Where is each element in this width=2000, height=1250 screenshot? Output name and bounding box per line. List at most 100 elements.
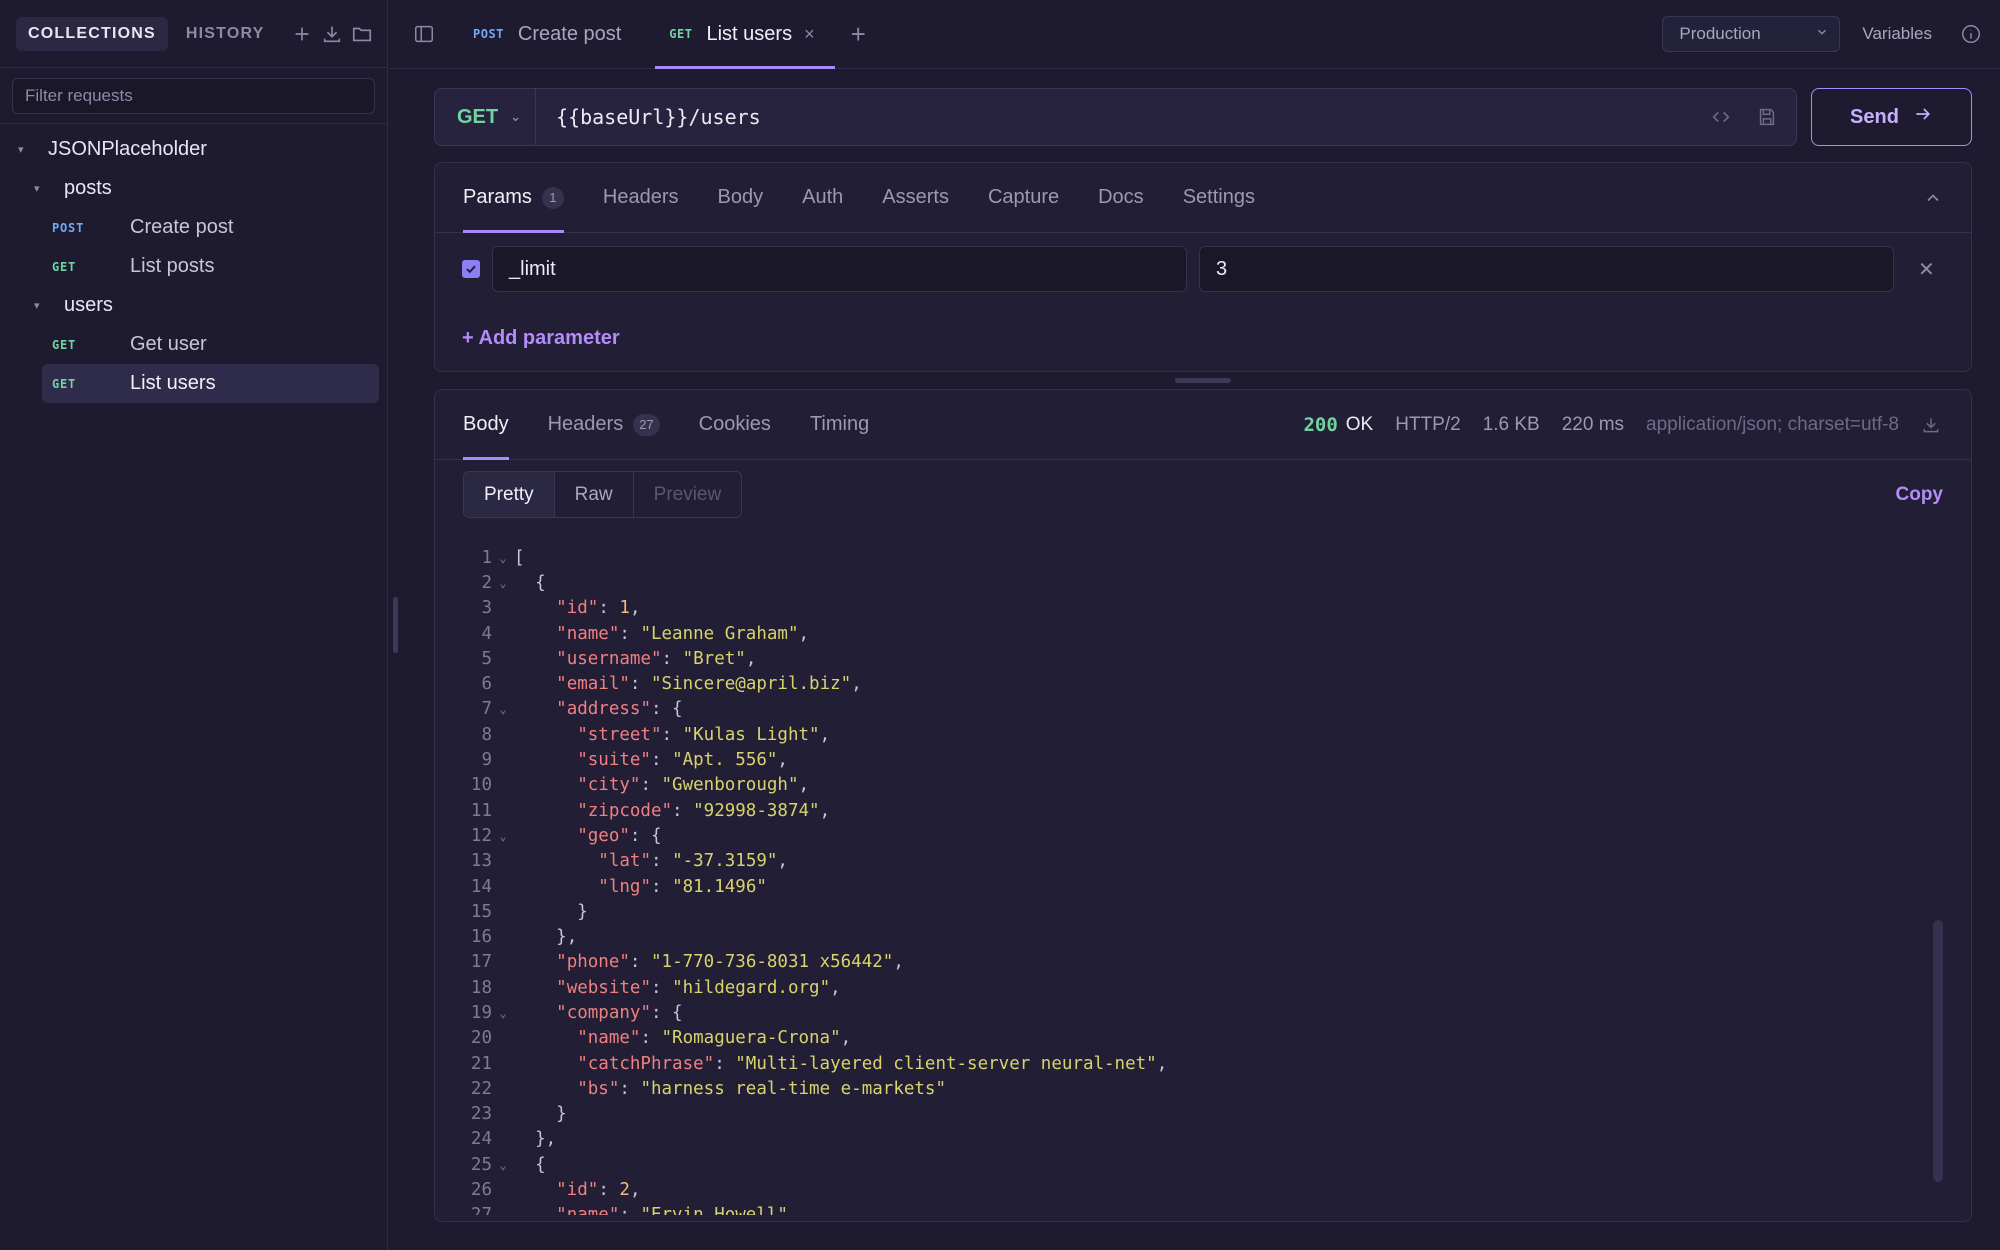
tab-capture[interactable]: Capture <box>988 163 1059 232</box>
request-get-user[interactable]: GET Get user <box>42 325 379 364</box>
folder-icon[interactable] <box>351 16 373 52</box>
view-preview[interactable]: Preview <box>634 472 742 517</box>
code-token: "name" <box>556 1205 619 1215</box>
environment-select[interactable]: Production <box>1662 16 1841 52</box>
code-token: : <box>640 775 662 796</box>
add-parameter-button[interactable]: + Add parameter <box>435 305 1971 371</box>
tab-cookies[interactable]: Cookies <box>699 390 771 459</box>
line-number: 22 <box>470 1078 492 1099</box>
request-list-users[interactable]: GET List users <box>42 364 379 403</box>
tab-create-post[interactable]: POST Create post <box>459 0 641 68</box>
tab-history[interactable]: HISTORY <box>174 17 277 51</box>
response-body-code[interactable]: 1 ⌄[2 ⌄ {3 "id": 1,4 "name": "Leanne Graha… <box>463 545 1923 1215</box>
code-token: 1 <box>619 598 630 619</box>
tab-response-body[interactable]: Body <box>463 390 509 460</box>
code-line: 10 "city": "Gwenborough", <box>463 773 1923 798</box>
filter-requests-input[interactable] <box>12 78 375 114</box>
collection-name: JSONPlaceholder <box>48 138 207 160</box>
code-token: "company" <box>556 1002 651 1023</box>
close-icon[interactable]: × <box>804 24 815 45</box>
folder-users[interactable]: ▾ users <box>0 286 387 325</box>
tab-headers[interactable]: Headers <box>603 163 679 232</box>
param-key-input[interactable]: _limit <box>492 246 1187 292</box>
code-token: : <box>629 674 651 695</box>
info-icon[interactable] <box>1960 23 1982 45</box>
panel-resize-handle[interactable] <box>1175 378 1231 383</box>
code-line: 27 "name": "Ervin Howell", <box>463 1203 1923 1215</box>
code-token: : <box>650 876 673 897</box>
chevron-down-icon <box>1815 24 1829 44</box>
folder-posts[interactable]: ▾ posts <box>0 169 387 208</box>
tab-label: Create post <box>517 22 622 45</box>
copy-button[interactable]: Copy <box>1896 484 1944 506</box>
url-input[interactable] <box>536 105 1686 129</box>
tab-body[interactable]: Body <box>718 163 764 232</box>
code-token: : <box>598 1180 620 1201</box>
view-pretty[interactable]: Pretty <box>464 472 555 517</box>
tab-asserts[interactable]: Asserts <box>882 163 949 232</box>
request-config-panel: Params 1 Headers Body Auth Asserts Captu… <box>434 162 1972 372</box>
code-token: , <box>819 724 831 745</box>
folder-name: users <box>64 294 113 316</box>
code-token: : <box>672 800 694 821</box>
fold-chevron-icon[interactable]: ⌄ <box>492 1006 514 1020</box>
code-line: 24 }, <box>463 1127 1923 1152</box>
download-icon[interactable] <box>1921 415 1941 435</box>
param-value-input[interactable]: 3 <box>1199 246 1894 292</box>
top-right-controls: Production Variables <box>1662 0 2000 68</box>
code-token: "-37.3159" <box>672 851 778 872</box>
request-list-posts[interactable]: GET List posts <box>42 247 379 286</box>
save-icon[interactable] <box>1756 106 1778 128</box>
code-line: 7 ⌄ "address": { <box>463 697 1923 722</box>
code-token: , <box>629 1180 641 1201</box>
headers-count-badge: 27 <box>633 413 660 436</box>
line-number: 15 <box>470 901 492 922</box>
remove-param-icon[interactable]: ✕ <box>1918 257 1935 282</box>
tab-settings[interactable]: Settings <box>1183 163 1255 232</box>
tab-response-headers[interactable]: Headers 27 <box>548 390 660 459</box>
request-name: List users <box>130 372 216 394</box>
request-create-post[interactable]: POST Create post <box>42 208 379 247</box>
code-token: : <box>650 750 673 771</box>
chevron-up-icon[interactable] <box>1923 163 1943 233</box>
sidebar-resize-handle[interactable] <box>393 597 398 653</box>
tab-label: Params <box>463 186 532 208</box>
param-enabled-checkbox[interactable] <box>462 260 480 278</box>
fold-chevron-icon[interactable]: ⌄ <box>492 551 514 565</box>
code-token: "website" <box>556 977 651 998</box>
add-tab-button[interactable]: + <box>835 0 882 68</box>
tab-auth[interactable]: Auth <box>802 163 843 232</box>
caret-down-icon: ▾ <box>34 300 40 312</box>
code-icon[interactable] <box>1710 106 1732 128</box>
sidebar-toggle-icon[interactable] <box>389 0 459 68</box>
code-token: "id" <box>556 598 599 619</box>
variables-button[interactable]: Variables <box>1862 24 1932 44</box>
tab-params[interactable]: Params 1 <box>463 163 564 233</box>
code-line: 14 "lng": "81.1496" <box>463 874 1923 899</box>
line-number: 13 <box>470 851 492 872</box>
tab-list-users[interactable]: GET List users × <box>655 0 835 69</box>
tab-docs[interactable]: Docs <box>1098 163 1144 232</box>
fold-chevron-icon[interactable]: ⌄ <box>492 576 514 590</box>
scrollbar[interactable] <box>1933 920 1943 1182</box>
fold-chevron-icon[interactable]: ⌄ <box>492 829 514 843</box>
fold-chevron-icon[interactable]: ⌄ <box>492 702 514 716</box>
tab-timing[interactable]: Timing <box>810 390 869 459</box>
send-button[interactable]: Send <box>1811 88 1972 146</box>
caret-down-icon: ▾ <box>34 183 40 195</box>
code-token: "92998-3874" <box>693 800 820 821</box>
method-tag: POST <box>473 27 504 41</box>
method-select[interactable]: GET ⌄ <box>435 89 536 145</box>
plus-icon[interactable] <box>291 16 313 52</box>
fold-chevron-icon[interactable]: ⌄ <box>492 1158 514 1172</box>
tab-collections[interactable]: COLLECTIONS <box>16 16 168 51</box>
view-raw[interactable]: Raw <box>555 472 634 517</box>
collection-jsonplaceholder[interactable]: ▾ JSONPlaceholder <box>0 130 387 169</box>
download-icon[interactable] <box>321 16 343 52</box>
